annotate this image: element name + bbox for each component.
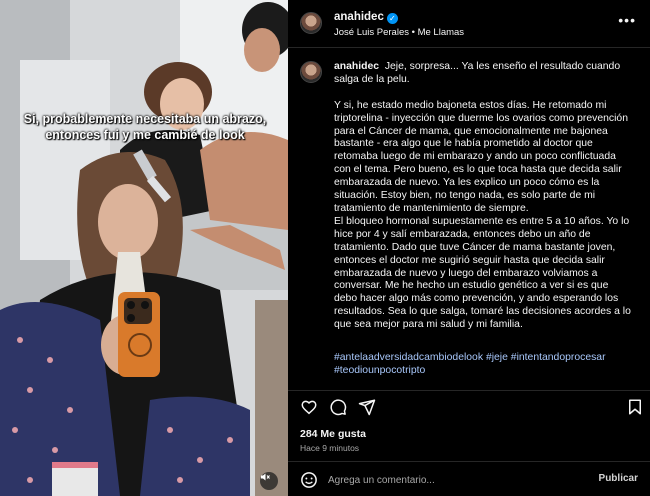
heart-icon[interactable] [300, 398, 318, 416]
caption-username[interactable]: anahidec [334, 61, 379, 72]
caption-text: anahidec Jeje, sorpresa... Ya les enseño… [334, 61, 634, 332]
audio-track-link[interactable]: José Luis Perales • Me Llamas [334, 27, 464, 38]
hashtag-link[interactable]: #antelaadversidadcambiodelook [334, 352, 483, 363]
media-caption: Si, probablemente necesitaba un abrazo, … [23, 112, 267, 142]
action-bar: 284 Me gusta Hace 9 minutos Publicar [288, 390, 650, 496]
post-timestamp[interactable]: Hace 9 minutos [300, 443, 359, 453]
caption-comment: anahidec Jeje, sorpresa... Ya les enseño… [288, 48, 650, 390]
share-icon[interactable] [358, 398, 376, 416]
comment-input[interactable] [328, 470, 588, 490]
more-horizontal-icon[interactable]: ••• [618, 12, 636, 28]
add-comment-bar: Publicar [288, 461, 650, 496]
hashtags: #antelaadversidadcambiodelook #jeje #int… [334, 351, 634, 377]
hashtag-link[interactable]: #jeje [486, 352, 508, 363]
hashtag-link[interactable]: #intentandoprocesar [511, 352, 606, 363]
speaker-muted-icon[interactable] [260, 472, 278, 490]
like-count[interactable]: 284 Me gusta [300, 428, 366, 440]
emoji-icon[interactable] [300, 471, 318, 489]
salon-photo [0, 0, 288, 496]
header-username[interactable]: anahidec [334, 11, 384, 23]
post-comment-button[interactable]: Publicar [599, 473, 638, 484]
verified-badge-icon: ✓ [386, 13, 398, 24]
bookmark-icon[interactable] [626, 398, 644, 416]
post-header: anahidec ✓ José Luis Perales • Me Llamas … [288, 0, 650, 48]
comment-icon[interactable] [329, 398, 347, 416]
avatar[interactable] [300, 61, 322, 83]
avatar[interactable] [300, 12, 322, 34]
post-media[interactable]: Si, probablemente necesitaba un abrazo, … [0, 0, 288, 496]
post-panel: anahidec ✓ José Luis Perales • Me Llamas … [288, 0, 650, 496]
hashtag-link[interactable]: #teodiounpocotripto [334, 365, 425, 376]
caption-body: Jeje, sorpresa... Ya les enseño el resul… [334, 61, 631, 331]
